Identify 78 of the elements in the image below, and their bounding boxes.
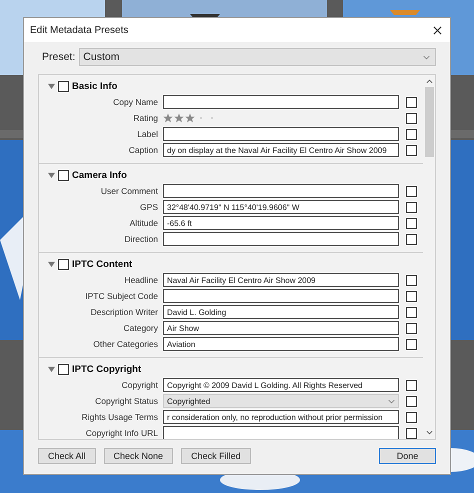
field-label: Altitude <box>128 218 159 228</box>
field-label: User Comment <box>100 186 159 196</box>
text-field[interactable]: 32°48'40.9719" N 115°40'19.9606" W <box>163 200 399 214</box>
scroll-thumb[interactable] <box>424 87 434 157</box>
field-label: Copyright Status <box>94 396 159 406</box>
text-field[interactable] <box>163 184 399 198</box>
section-title: Basic Info <box>72 80 118 92</box>
checkbox[interactable] <box>406 274 417 286</box>
checkbox[interactable] <box>58 364 69 374</box>
disclosure-triangle-icon[interactable] <box>48 260 55 268</box>
checkbox[interactable] <box>406 144 417 156</box>
field-label: Other Categories <box>92 339 159 349</box>
checkbox[interactable] <box>406 428 417 438</box>
scroll-down-icon[interactable] <box>426 430 432 435</box>
section-title: IPTC Content <box>72 258 132 270</box>
text-field[interactable] <box>163 232 399 246</box>
text-field[interactable]: dy on display at the Naval Air Facility El Centro Air Show 2009 <box>163 143 399 157</box>
checkbox[interactable] <box>406 202 417 212</box>
section-title: IPTC Copyright <box>72 364 142 374</box>
checkbox[interactable] <box>406 380 417 390</box>
preset-label: Preset: <box>42 51 76 63</box>
scroll-up-icon[interactable] <box>426 79 432 84</box>
text-field[interactable]: Aviation <box>163 337 399 351</box>
checkbox[interactable] <box>406 234 417 244</box>
field-label: Direction <box>123 234 159 244</box>
field-label: Caption <box>128 145 159 155</box>
text-field[interactable] <box>163 127 399 141</box>
field-label: Copy Name <box>112 97 159 107</box>
chevron-icon <box>388 398 395 404</box>
checkbox[interactable] <box>58 170 69 180</box>
text-field[interactable]: Copyright © 2009 David L Golding. All Rights Reserved <box>163 378 399 392</box>
star-icon <box>163 113 173 123</box>
checkbox[interactable] <box>58 258 69 270</box>
text-field[interactable] <box>163 426 399 439</box>
text-field[interactable]: Naval Air Facility El Centro Air Show 2009 <box>163 273 399 287</box>
star-icon <box>185 113 195 123</box>
text-field[interactable]: -65.6 ft <box>163 216 399 230</box>
field-label: Category <box>122 323 159 333</box>
checkbox[interactable] <box>58 80 69 92</box>
text-field[interactable]: David L. Golding <box>163 305 399 319</box>
field-label: Rights Usage Terms <box>80 412 159 422</box>
preset-dropdown[interactable]: Custom <box>79 48 436 66</box>
section-title: Camera Info <box>72 170 127 180</box>
disclosure-triangle-icon[interactable] <box>48 82 55 90</box>
checkbox[interactable] <box>406 128 417 140</box>
text-field[interactable]: r consideration only, no reproduction without prior permission <box>163 410 399 424</box>
field-label: Rating <box>132 113 159 123</box>
checkbox[interactable] <box>406 322 417 334</box>
checkbox[interactable] <box>406 412 417 422</box>
text-field[interactable]: Air Show <box>163 321 399 335</box>
checkbox[interactable] <box>406 218 417 228</box>
checkbox[interactable] <box>406 396 417 406</box>
dialog-button[interactable]: Check Filled <box>181 448 251 464</box>
field-label: IPTC Subject Code <box>84 291 159 301</box>
window-title: Edit Metadata Presets <box>30 24 128 36</box>
status-dropdown[interactable]: Copyrighted <box>163 394 399 408</box>
text-field[interactable] <box>163 95 399 109</box>
disclosure-triangle-icon[interactable] <box>48 172 55 178</box>
checkbox[interactable] <box>406 186 417 196</box>
field-label: GPS <box>139 202 159 212</box>
done-button[interactable]: Done <box>379 448 436 464</box>
checkbox[interactable] <box>406 290 417 302</box>
field-label: Headline <box>123 275 159 285</box>
dialog-button[interactable]: Check All <box>38 448 96 464</box>
checkbox[interactable] <box>406 96 417 108</box>
checkbox[interactable] <box>406 112 417 124</box>
field-label: Description Writer <box>90 307 159 317</box>
checkbox[interactable] <box>406 306 417 318</box>
star-icon <box>174 113 184 123</box>
field-label: Label <box>136 129 159 139</box>
text-field[interactable] <box>163 289 399 303</box>
checkbox[interactable] <box>406 338 417 350</box>
close-icon[interactable] <box>433 26 442 34</box>
dialog-button[interactable]: Check None <box>104 448 174 464</box>
disclosure-triangle-icon[interactable] <box>48 366 55 372</box>
field-label: Copyright Info URL <box>84 428 159 438</box>
chevron-icon <box>423 54 430 60</box>
field-label: Copyright <box>120 380 159 390</box>
